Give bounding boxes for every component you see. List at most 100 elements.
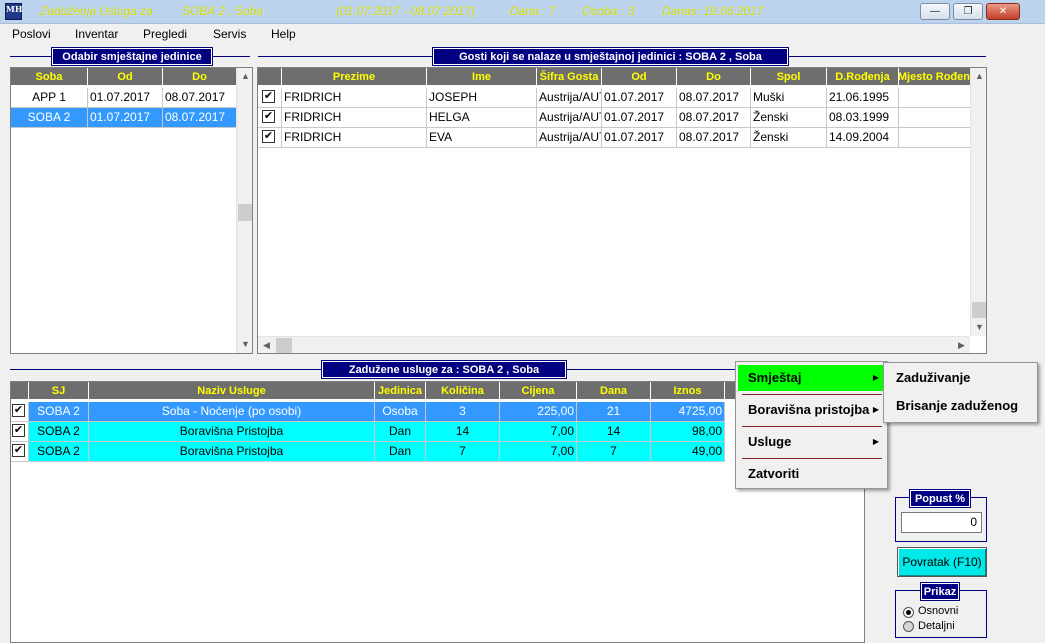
guest-row-1-sifra[interactable]: Austrija/AUT xyxy=(537,88,602,108)
scroll-up-icon[interactable]: ▲ xyxy=(971,68,986,85)
service-row-1-select[interactable]: ✔ xyxy=(11,402,29,422)
service-row-3-sj[interactable]: SOBA 2 xyxy=(29,442,89,462)
guests-header-datum-rodjenja[interactable]: D.Rođenja xyxy=(827,68,899,86)
scroll-thumb[interactable] xyxy=(972,302,986,318)
guest-row-3-mjesto-rodjenja[interactable] xyxy=(899,128,971,148)
service-row-3-jedinica[interactable]: Dan xyxy=(375,442,426,462)
guests-header-ime[interactable]: Ime xyxy=(427,68,537,86)
service-row-2-sj[interactable]: SOBA 2 xyxy=(29,422,89,442)
scroll-down-icon[interactable]: ▼ xyxy=(971,319,986,336)
guest-row-2-do[interactable]: 08.07.2017 xyxy=(677,108,751,128)
guest-row-2-spol[interactable]: Ženski xyxy=(751,108,827,128)
view-basic-label[interactable]: Osnovni xyxy=(918,605,958,617)
scroll-down-icon[interactable]: ▼ xyxy=(237,336,252,353)
service-row-1-dana[interactable]: 21 xyxy=(577,402,651,422)
service-row-1-sj[interactable]: SOBA 2 xyxy=(29,402,89,422)
view-detailed-label[interactable]: Detaljni xyxy=(918,620,955,632)
context-menu-smjestaj[interactable]: Smještaj ▶ xyxy=(738,365,885,391)
back-button[interactable]: Povratak (F10) xyxy=(897,547,987,577)
scroll-right-icon[interactable]: ▶ xyxy=(953,337,970,353)
unit-row-1-od[interactable]: 01.07.2017 xyxy=(88,88,163,108)
guests-header-mjesto-rodjenja[interactable]: Mjesto Rođen xyxy=(899,68,971,86)
guests-header-do[interactable]: Do xyxy=(677,68,751,86)
guests-header-od[interactable]: Od xyxy=(602,68,677,86)
scroll-left-icon[interactable]: ◀ xyxy=(258,337,275,353)
services-header-naziv-usluge[interactable]: Naziv Usluge xyxy=(89,382,375,400)
service-row-1-naziv[interactable]: Soba - Noćenje (po osobi) xyxy=(89,402,375,422)
menu-servis[interactable]: Servis xyxy=(213,27,246,41)
guest-row-3-datum-rodjenja[interactable]: 14.09.2004 xyxy=(827,128,899,148)
guest-row-2-od[interactable]: 01.07.2017 xyxy=(602,108,677,128)
service-row-2-iznos[interactable]: 98,00 xyxy=(651,422,725,442)
checkbox-checked-icon[interactable]: ✔ xyxy=(262,110,275,123)
units-header-do[interactable]: Do xyxy=(163,68,237,86)
guest-row-2-ime[interactable]: HELGA xyxy=(427,108,537,128)
services-header-dana[interactable]: Dana xyxy=(577,382,651,400)
service-row-3-dana[interactable]: 7 xyxy=(577,442,651,462)
view-detailed-radio[interactable] xyxy=(903,621,914,632)
services-header-jedinica[interactable]: Jedinica xyxy=(375,382,426,400)
guest-row-1-spol[interactable]: Muški xyxy=(751,88,827,108)
service-row-3-iznos[interactable]: 49,00 xyxy=(651,442,725,462)
units-vertical-scrollbar[interactable]: ▲ ▼ xyxy=(236,68,252,353)
guest-row-1-mjesto-rodjenja[interactable] xyxy=(899,88,971,108)
service-row-3-naziv[interactable]: Boravišna Pristojba xyxy=(89,442,375,462)
guests-header-sifra-gosta[interactable]: Šifra Gosta xyxy=(537,68,602,86)
minimize-button[interactable]: — xyxy=(920,3,950,20)
service-row-1-iznos[interactable]: 4725,00 xyxy=(651,402,725,422)
submenu-zaduzivanje[interactable]: Zaduživanje xyxy=(886,365,1035,391)
menu-pregledi[interactable]: Pregledi xyxy=(143,27,187,41)
checkbox-checked-icon[interactable]: ✔ xyxy=(12,444,25,457)
units-header-od[interactable]: Od xyxy=(88,68,163,86)
context-menu-usluge[interactable]: Usluge ▶ xyxy=(738,429,885,455)
maximize-button[interactable]: ❐ xyxy=(953,3,983,20)
service-row-1-jedinica[interactable]: Osoba xyxy=(375,402,426,422)
discount-input[interactable]: 0 xyxy=(901,512,982,533)
context-menu-boravisna-pristojba[interactable]: Boravišna pristojba ▶ xyxy=(738,397,885,423)
view-basic-radio[interactable] xyxy=(903,607,914,618)
service-row-2-dana[interactable]: 14 xyxy=(577,422,651,442)
unit-row-2-od[interactable]: 01.07.2017 xyxy=(88,108,163,128)
units-header-soba[interactable]: Soba xyxy=(11,68,88,86)
guest-row-3-sifra[interactable]: Austrija/AUT xyxy=(537,128,602,148)
menu-inventar[interactable]: Inventar xyxy=(75,27,118,41)
service-row-2-cijena[interactable]: 7,00 xyxy=(500,422,577,442)
checkbox-checked-icon[interactable]: ✔ xyxy=(12,404,25,417)
guest-row-1-do[interactable]: 08.07.2017 xyxy=(677,88,751,108)
scroll-thumb[interactable] xyxy=(276,338,292,353)
unit-row-2-soba[interactable]: SOBA 2 xyxy=(11,108,88,128)
services-header-sj[interactable]: SJ xyxy=(29,382,89,400)
service-row-2-jedinica[interactable]: Dan xyxy=(375,422,426,442)
checkbox-checked-icon[interactable]: ✔ xyxy=(262,130,275,143)
guests-horizontal-scrollbar[interactable]: ◀ ▶ xyxy=(258,336,970,353)
service-row-2-kolicina[interactable]: 14 xyxy=(426,422,500,442)
unit-row-1-soba[interactable]: APP 1 xyxy=(11,88,88,108)
guest-row-3-select[interactable]: ✔ xyxy=(258,128,282,148)
checkbox-checked-icon[interactable]: ✔ xyxy=(262,90,275,103)
guests-header-prezime[interactable]: Prezime xyxy=(282,68,427,86)
menu-help[interactable]: Help xyxy=(271,27,296,41)
service-row-1-cijena[interactable]: 225,00 xyxy=(500,402,577,422)
guest-row-1-ime[interactable]: JOSEPH xyxy=(427,88,537,108)
guest-row-3-spol[interactable]: Ženski xyxy=(751,128,827,148)
service-row-2-select[interactable]: ✔ xyxy=(11,422,29,442)
guests-header-spol[interactable]: Spol xyxy=(751,68,827,86)
guest-row-1-prezime[interactable]: FRIDRICH xyxy=(282,88,427,108)
context-menu-zatvoriti[interactable]: Zatvoriti xyxy=(738,461,885,487)
services-header-kolicina[interactable]: Količina xyxy=(426,382,500,400)
unit-row-2-do[interactable]: 08.07.2017 xyxy=(163,108,237,128)
guest-row-2-datum-rodjenja[interactable]: 08.03.1999 xyxy=(827,108,899,128)
menu-poslovi[interactable]: Poslovi xyxy=(12,27,51,41)
service-row-3-select[interactable]: ✔ xyxy=(11,442,29,462)
guest-row-2-sifra[interactable]: Austrija/AUT xyxy=(537,108,602,128)
service-row-1-kolicina[interactable]: 3 xyxy=(426,402,500,422)
guest-row-3-prezime[interactable]: FRIDRICH xyxy=(282,128,427,148)
unit-row-1-do[interactable]: 08.07.2017 xyxy=(163,88,237,108)
services-header-cijena[interactable]: Cijena xyxy=(500,382,577,400)
services-header-iznos[interactable]: Iznos xyxy=(651,382,725,400)
service-row-2-naziv[interactable]: Boravišna Pristojba xyxy=(89,422,375,442)
guests-vertical-scrollbar[interactable]: ▲ ▼ xyxy=(970,68,986,336)
close-button[interactable]: ✕ xyxy=(986,3,1020,20)
guest-row-2-select[interactable]: ✔ xyxy=(258,108,282,128)
guest-row-1-datum-rodjenja[interactable]: 21.06.1995 xyxy=(827,88,899,108)
